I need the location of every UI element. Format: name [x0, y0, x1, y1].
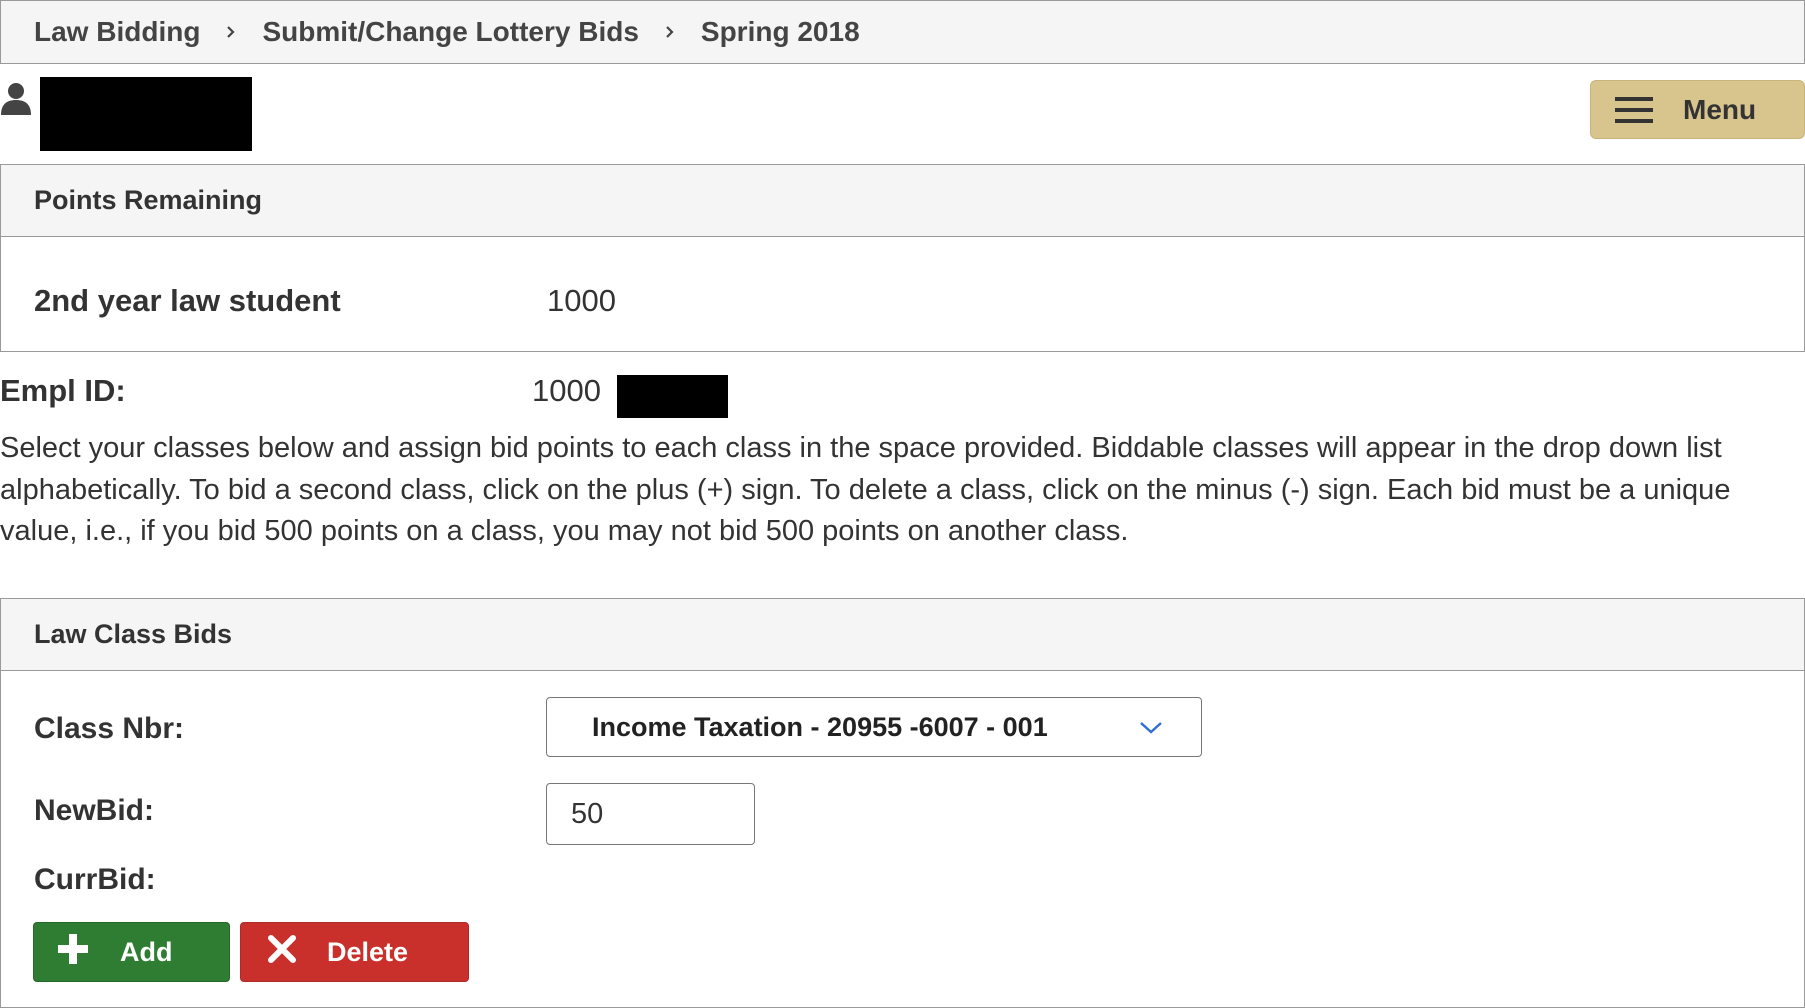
points-remaining-title: Points Remaining — [1, 165, 1804, 237]
points-value: 1000 — [547, 283, 616, 318]
class-nbr-label: Class Nbr: — [34, 712, 185, 745]
law-class-bids-title: Law Class Bids — [1, 599, 1804, 671]
empl-id-label: Empl ID: — [0, 373, 126, 408]
class-select[interactable]: Income Taxation - 20955 -6007 - 001 — [546, 697, 1202, 757]
delete-button[interactable]: Delete — [240, 922, 469, 982]
redacted-empl-id — [617, 375, 728, 418]
add-label: Add — [120, 936, 173, 967]
empl-id-value: 1000 — [532, 373, 601, 408]
student-type: 2nd year law student — [34, 283, 341, 318]
breadcrumb-law-bidding[interactable]: Law Bidding — [34, 16, 200, 48]
class-select-value: Income Taxation - 20955 -6007 - 001 — [592, 711, 1048, 742]
user-bar: Menu — [0, 64, 1805, 164]
breadcrumb-submit-change[interactable]: Submit/Change Lottery Bids — [262, 16, 638, 48]
delete-label: Delete — [327, 936, 409, 967]
chevron-right-icon — [224, 25, 238, 39]
currbid-label: CurrBid: — [34, 863, 156, 896]
breadcrumb: Law Bidding Submit/Change Lottery Bids S… — [0, 0, 1805, 64]
redacted-username — [40, 77, 252, 151]
chevron-down-icon — [1140, 722, 1162, 734]
instructions-text: Select your classes below and assign bid… — [0, 432, 1731, 547]
newbid-input[interactable] — [546, 783, 755, 845]
menu-button[interactable]: Menu — [1590, 80, 1805, 139]
hamburger-icon — [1615, 96, 1653, 123]
add-button[interactable]: Add — [33, 922, 230, 982]
user-icon — [0, 82, 32, 116]
newbid-label: NewBid: — [34, 794, 154, 827]
plus-icon — [56, 933, 90, 971]
law-class-bids-panel: Law Class Bids Class Nbr: Income Taxatio… — [0, 598, 1805, 1008]
breadcrumb-spring-2018: Spring 2018 — [700, 16, 860, 47]
close-icon — [267, 934, 297, 970]
chevron-right-icon — [663, 25, 677, 39]
menu-label: Menu — [1683, 93, 1757, 125]
points-remaining-panel: Points Remaining 2nd year law student 10… — [0, 164, 1805, 352]
